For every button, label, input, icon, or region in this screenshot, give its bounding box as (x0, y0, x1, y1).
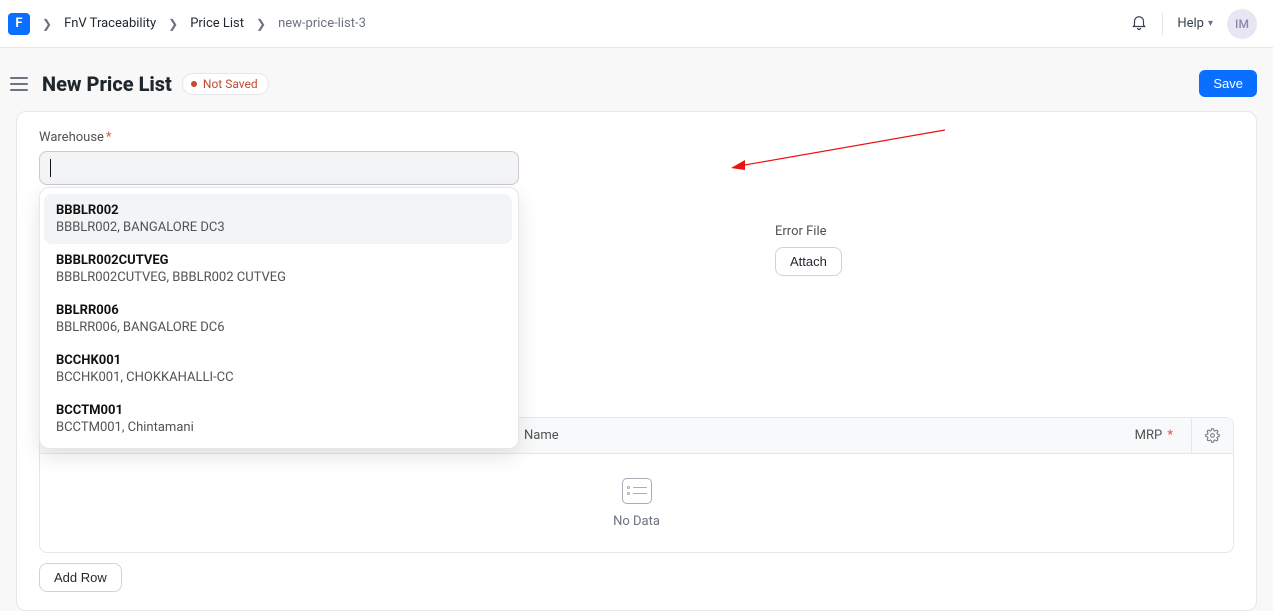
warehouse-option-title: BBBLR002CUTVEG (56, 253, 500, 268)
warehouse-input[interactable] (50, 161, 508, 176)
table-col-mrp: MRP * (1011, 428, 1191, 443)
error-file-field: Error File Attach (775, 224, 842, 276)
chevron-right-icon: ❯ (40, 17, 54, 31)
help-menu[interactable]: Help ▾ (1177, 16, 1213, 31)
page-header: New Price List Not Saved Save (0, 70, 1273, 97)
form-card: Warehouse* BBBLR002 BBBLR002, BANGALORE … (16, 111, 1257, 611)
warehouse-dropdown-scroll[interactable]: BBBLR002 BBBLR002, BANGALORE DC3 BBBLR00… (44, 194, 514, 444)
warehouse-option[interactable]: BCCHK001 BCCHK001, CHOKKAHALLI-CC (44, 344, 512, 394)
warehouse-option-desc: BCCHK001, CHOKKAHALLI-CC (56, 370, 500, 385)
status-text: Not Saved (203, 77, 258, 91)
status-badge: Not Saved (182, 73, 269, 95)
warehouse-option[interactable]: BBBLR002CUTVEG BBBLR002CUTVEG, BBBLR002 … (44, 244, 512, 294)
breadcrumb: F ❯ FnV Traceability ❯ Price List ❯ new-… (8, 12, 372, 35)
gear-icon (1205, 428, 1220, 443)
attach-button[interactable]: Attach (775, 247, 842, 276)
error-file-label: Error File (775, 224, 842, 239)
warehouse-label: Warehouse* (39, 130, 1234, 145)
hamburger-icon[interactable] (10, 77, 28, 91)
avatar[interactable]: IM (1227, 9, 1257, 39)
breadcrumb-current: new-price-list-3 (272, 12, 372, 35)
warehouse-option[interactable]: BBBLR002 BBBLR002, BANGALORE DC3 (44, 194, 512, 244)
bell-icon[interactable] (1130, 13, 1148, 35)
warehouse-combobox[interactable]: BBBLR002 BBBLR002, BANGALORE DC3 BBBLR00… (39, 151, 519, 185)
navbar-actions: Help ▾ IM (1130, 9, 1257, 39)
warehouse-option-desc: BBBLR002CUTVEG, BBBLR002 CUTVEG (56, 270, 500, 285)
chevron-down-icon: ▾ (1208, 18, 1213, 29)
warehouse-option-desc: BBLRR006, BANGALORE DC6 (56, 320, 500, 335)
chevron-right-icon: ❯ (254, 17, 268, 31)
warehouse-option-title: BCCHK001 (56, 353, 500, 368)
table-settings-button[interactable] (1191, 418, 1233, 453)
no-data-text: No Data (613, 514, 660, 529)
text-caret (50, 159, 51, 177)
warehouse-option-desc: BCCTM001, Chintamani (56, 420, 500, 435)
warehouse-option-title: BBBLR002 (56, 203, 500, 218)
app-logo[interactable]: F (8, 13, 30, 35)
warehouse-option[interactable]: BBLRR006 BBLRR006, BANGALORE DC6 (44, 294, 512, 344)
table-empty-state: No Data (40, 454, 1233, 552)
status-dot-icon (191, 81, 197, 87)
breadcrumb-item[interactable]: Price List (184, 12, 250, 35)
empty-list-icon (622, 478, 652, 504)
warehouse-option-title: BBLRR006 (56, 303, 500, 318)
breadcrumb-item[interactable]: FnV Traceability (58, 12, 162, 35)
chevron-right-icon: ❯ (166, 17, 180, 31)
add-row-button[interactable]: Add Row (39, 563, 122, 592)
warehouse-option-desc: BBBLR002, BANGALORE DC3 (56, 220, 500, 235)
warehouse-option-title: BCCTM001 (56, 403, 500, 418)
save-button[interactable]: Save (1199, 70, 1257, 97)
top-navbar: F ❯ FnV Traceability ❯ Price List ❯ new-… (0, 0, 1273, 48)
page-area: New Price List Not Saved Save Warehouse* (0, 48, 1273, 611)
help-label: Help (1177, 16, 1204, 31)
divider (1162, 13, 1163, 35)
page-title: New Price List (42, 72, 172, 96)
warehouse-dropdown: BBBLR002 BBBLR002, BANGALORE DC3 BBBLR00… (39, 187, 519, 449)
warehouse-option[interactable]: BCCTM001 BCCTM001, Chintamani (44, 394, 512, 444)
